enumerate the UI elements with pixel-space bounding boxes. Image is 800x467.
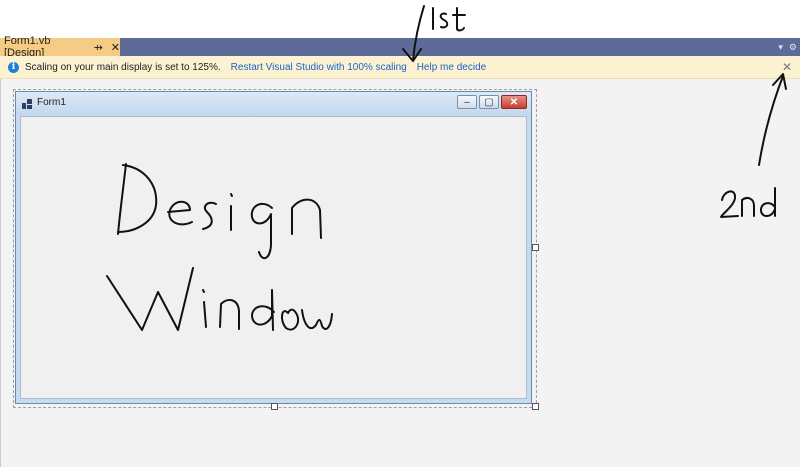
tab-close-icon[interactable]: ✕ <box>111 41 120 54</box>
document-tab-form1-design[interactable]: Form1.vb [Design] ⇸ ✕ <box>0 35 120 59</box>
form1-design-window[interactable]: Form1 – ▢ ✕ <box>15 91 532 404</box>
close-button[interactable]: ✕ <box>501 95 527 109</box>
minimize-button[interactable]: – <box>457 95 477 109</box>
tab-list-dropdown-icon[interactable]: ▾ <box>778 42 783 53</box>
form-icon <box>22 99 32 109</box>
close-icon: ✕ <box>509 96 519 108</box>
maximize-button[interactable]: ▢ <box>479 95 499 109</box>
settings-gear-icon[interactable]: ⚙ <box>789 42 797 53</box>
form-window-buttons: – ▢ ✕ <box>457 95 527 109</box>
help-me-decide-link[interactable]: Help me decide <box>417 62 486 73</box>
resize-handle-bottom[interactable] <box>271 403 278 410</box>
info-icon: i <box>8 61 19 73</box>
info-message: Scaling on your main display is set to 1… <box>25 61 221 73</box>
minimize-icon: – <box>464 96 470 108</box>
scaling-info-bar: i Scaling on your main display is set to… <box>0 56 800 79</box>
infobar-close-icon[interactable]: ✕ <box>782 60 792 74</box>
resize-handle-corner[interactable] <box>532 403 539 410</box>
form-title: Form1 <box>37 97 66 108</box>
designer-surface[interactable]: Form1 – ▢ ✕ <box>0 79 800 467</box>
maximize-icon: ▢ <box>484 96 494 108</box>
restart-with-100-scaling-link[interactable]: Restart Visual Studio with 100% scaling <box>231 62 407 73</box>
resize-handle-right[interactable] <box>532 244 539 251</box>
form-title-bar: Form1 – ▢ ✕ <box>16 92 531 116</box>
document-tab-strip: Form1.vb [Design] ⇸ ✕ ▾ ⚙ <box>0 35 800 59</box>
tab-strip-controls: ▾ ⚙ <box>778 38 797 56</box>
form-client-area[interactable] <box>20 116 527 399</box>
pin-icon[interactable]: ⇸ <box>94 41 103 54</box>
